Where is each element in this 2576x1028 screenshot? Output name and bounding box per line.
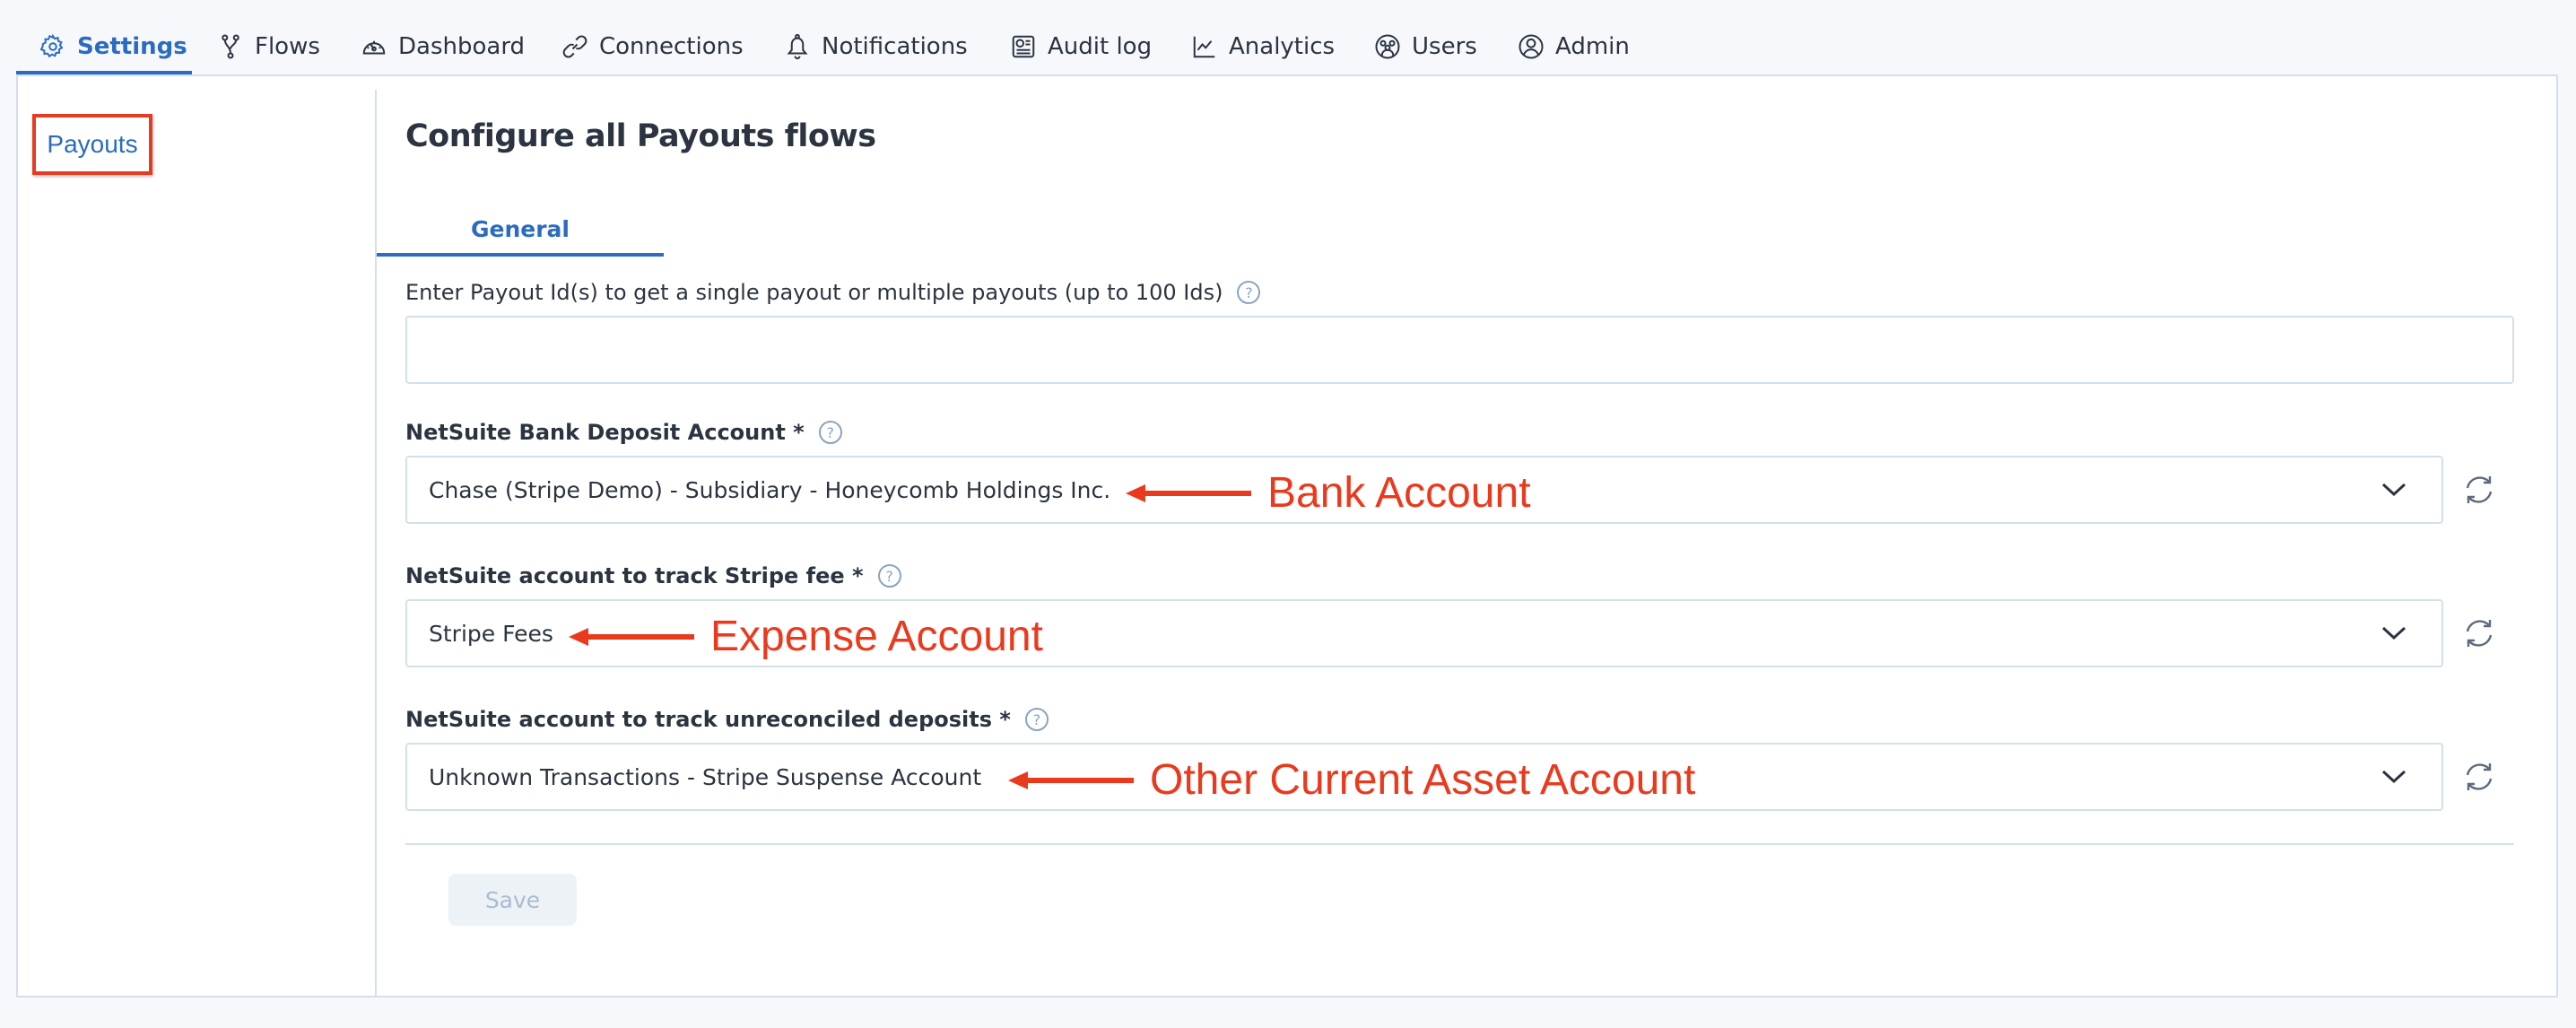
refresh-icon xyxy=(2466,620,2493,647)
form-divider xyxy=(405,843,2514,845)
expense-account-annotation-text: Expense Account xyxy=(710,613,1043,660)
tab-settings[interactable]: Settings xyxy=(39,22,187,72)
line-chart-icon xyxy=(1193,36,1215,58)
chevron-down-icon xyxy=(2380,766,2407,788)
unreconciled-account-value: Unknown Transactions - Stripe Suspense A… xyxy=(429,763,982,790)
refresh-unreconciled-button[interactable] xyxy=(2459,757,2499,797)
link-icon xyxy=(562,35,587,58)
tab-dashboard-label: Dashboard xyxy=(398,33,526,60)
chevron-down-icon xyxy=(2380,623,2407,644)
tab-admin[interactable]: Admin xyxy=(1518,22,1630,72)
tab-notifications[interactable]: Notifications xyxy=(784,22,968,72)
tab-audit-log-label: Audit log xyxy=(1048,33,1153,60)
unreconciled-label-text: NetSuite account to track unreconciled d… xyxy=(405,707,1011,732)
payout-ids-input[interactable] xyxy=(405,316,2514,384)
tab-dashboard[interactable]: Dashboard xyxy=(361,22,525,72)
user-circle-icon xyxy=(1519,34,1544,59)
tab-analytics-label: Analytics xyxy=(1229,33,1336,60)
asset-account-annotation: Other Current Asset Account xyxy=(1008,755,1695,805)
payout-ids-label: Enter Payout Id(s) to get a single payou… xyxy=(405,280,1261,305)
refresh-bank-deposit-button[interactable] xyxy=(2459,470,2499,510)
tab-connections[interactable]: Connections xyxy=(561,22,744,72)
top-nav: Settings Flows Dashboard Connections Not… xyxy=(0,0,2576,75)
gear-icon xyxy=(39,33,64,58)
tab-users-label: Users xyxy=(1412,33,1477,60)
tab-general-indicator xyxy=(377,253,664,257)
tab-general[interactable]: General xyxy=(377,205,664,253)
annotation-arrow-icon xyxy=(1008,771,1134,789)
page-title: Configure all Payouts flows xyxy=(405,118,876,154)
bank-account-annotation: Bank Account xyxy=(1126,468,1531,518)
bell-icon xyxy=(787,33,808,60)
chevron-down-icon xyxy=(2380,479,2407,501)
flow-branch-icon xyxy=(222,34,239,59)
tab-users[interactable]: Users xyxy=(1374,22,1477,72)
tab-audit-log[interactable]: Audit log xyxy=(1010,22,1152,72)
save-button[interactable]: Save xyxy=(448,874,577,926)
audit-log-icon xyxy=(1012,35,1035,58)
users-icon xyxy=(1375,34,1400,59)
unreconciled-label: NetSuite account to track unreconciled d… xyxy=(405,707,1049,732)
annotation-arrow-icon xyxy=(569,627,694,646)
tab-general-label: General xyxy=(471,215,570,242)
expense-account-annotation: Expense Account xyxy=(569,612,1043,661)
help-icon[interactable]: ? xyxy=(818,421,842,444)
refresh-icon xyxy=(2466,763,2493,790)
bank-account-annotation-text: Bank Account xyxy=(1267,469,1531,517)
help-icon[interactable]: ? xyxy=(1237,281,1261,304)
tab-connections-label: Connections xyxy=(599,33,744,60)
payout-ids-label-text: Enter Payout Id(s) to get a single payou… xyxy=(405,280,1223,305)
refresh-stripe-fee-button[interactable] xyxy=(2459,614,2499,653)
tab-flows[interactable]: Flows xyxy=(217,22,320,72)
annotation-arrow-icon xyxy=(1126,484,1251,502)
help-icon[interactable]: ? xyxy=(1024,708,1049,731)
tab-admin-label: Admin xyxy=(1555,33,1630,60)
bank-deposit-label: NetSuite Bank Deposit Account * ? xyxy=(405,420,842,445)
asset-account-annotation-text: Other Current Asset Account xyxy=(1150,756,1696,804)
stripe-fee-label-text: NetSuite account to track Stripe fee * xyxy=(405,563,864,588)
tab-settings-label: Settings xyxy=(77,33,187,60)
bank-deposit-account-value: Chase (Stripe Demo) - Subsidiary - Honey… xyxy=(429,476,1111,503)
stripe-fee-label: NetSuite account to track Stripe fee * ? xyxy=(405,563,901,588)
sidebar-item-label: Payouts xyxy=(47,130,138,158)
help-icon[interactable]: ? xyxy=(877,564,901,588)
sidebar-item-payouts[interactable]: Payouts xyxy=(32,114,152,175)
refresh-icon xyxy=(2466,476,2493,503)
speedometer-icon xyxy=(362,40,386,55)
tab-notifications-label: Notifications xyxy=(822,33,968,60)
tab-analytics[interactable]: Analytics xyxy=(1191,22,1335,72)
bank-deposit-label-text: NetSuite Bank Deposit Account * xyxy=(405,420,805,445)
tab-flows-label: Flows xyxy=(255,33,320,60)
stripe-fee-account-value: Stripe Fees xyxy=(429,620,553,647)
